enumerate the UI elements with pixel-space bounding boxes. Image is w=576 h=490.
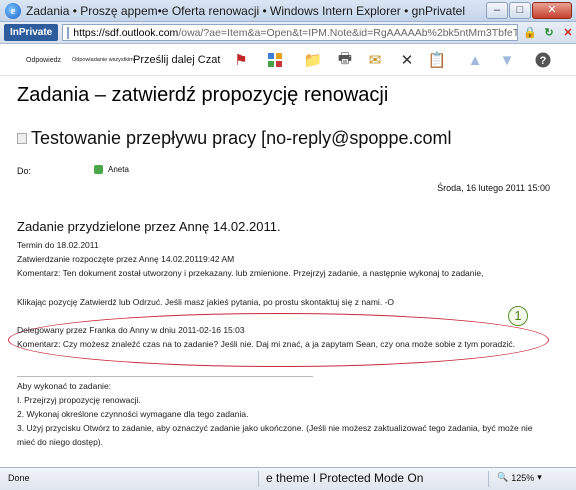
categories-button[interactable] [266,44,284,76]
address-bar: InPrivate https://sdf.outlook.com /owa/?… [0,22,576,44]
comment-text: Komentarz: Ten dokument został utworzony… [17,268,484,278]
previous-item-button[interactable]: ▲ [466,44,484,76]
mail-toolbar: Odpowiedz Odpowiadanie wszystkim Prześli… [0,44,576,76]
url-path: /owa/?ae=Item&a=Open&t=IPM.Note&id=RgAAA… [178,26,518,39]
window-titlebar: e Zadania • Proszę appem•e Oferta renowa… [0,0,576,22]
due-date: Termin do 18.02.2011 [17,240,99,250]
move-button[interactable]: 📁 [303,44,323,76]
protected-mode-text: e theme I Protected Mode On [266,471,424,485]
maximize-button[interactable]: □ [509,2,531,19]
delegation-comment: Komentarz: Czy możesz znaleźć czas na to… [17,339,515,349]
inprivate-badge: InPrivate [4,24,59,41]
contact-icon [94,165,103,174]
page-icon [67,26,70,39]
reply-label: Odpowiedz [26,56,62,64]
junk-button[interactable]: 📋 [427,44,447,76]
svg-text:?: ? [540,55,547,67]
callout-badge: 1 [508,306,528,326]
status-separator [488,471,489,487]
message-icon [17,133,27,144]
step-2: 2. Wykonaj określone czynności wymagane … [17,409,249,419]
zoom-icon: 🔍 [497,472,509,482]
reply-all-label: Odpowiadanie wszystkim [72,57,134,63]
forward-label: Prześlij dalej Czat [133,54,221,66]
delete-icon: ✕ [400,52,414,69]
message-subject: Testowanie przepływu pracy [no-reply@spo… [31,128,452,148]
step-3: 3. Użyj przycisku Otwórz to zadanie, aby… [17,423,533,433]
print-button[interactable]: 🖶 [336,44,354,76]
down-arrow-icon: ▼ [499,51,515,69]
reply-all-button[interactable]: Odpowiadanie wszystkim [72,44,134,76]
stop-icon[interactable]: ✕ [560,25,576,41]
window-title: Zadania • Proszę appem•e Oferta renowacj… [26,3,466,18]
delegation-text: Delegowany przez Franka do Anny w dniu 2… [17,325,245,335]
steps-header: Aby wykonać to zadanie: [17,381,112,391]
refresh-icon[interactable]: ↻ [541,25,557,41]
help-button[interactable]: ? [534,44,552,76]
approval-started: Zatwierdzanie rozpoczęte przez Annę 14.0… [17,254,235,264]
lock-icon[interactable]: 🔒 [522,25,538,41]
next-item-button[interactable]: ▼ [498,44,516,76]
to-label: Do: [17,166,32,176]
instruction-text: Klikając pozycję Zatwierdź lub Odrzuć. J… [17,297,394,307]
task-title: Zadanie przydzielone przez Annę 14.02.20… [17,219,281,234]
page-title: Zadania – zatwierdź propozycję renowacji [17,84,389,106]
forward-button[interactable]: Prześlij dalej Czat [133,44,220,76]
zoom-control[interactable]: 🔍 125% ▾ [497,472,542,483]
status-text: Done [8,473,30,483]
move-folder-icon: 📁 [303,52,323,69]
status-separator [258,471,259,487]
step-3-continued: mieć do niego dostęp). [17,437,103,447]
envelope-icon: ✉ [368,52,382,69]
ie-logo-icon: e [5,2,21,19]
subject-row: Testowanie przepływu pracy [no-reply@spo… [17,128,451,149]
print-icon: 🖶 [337,49,353,67]
reply-button[interactable]: Odpowiedz [26,44,61,76]
message-date: Środa, 16 lutego 2011 15:00 [437,183,550,193]
close-button[interactable]: ✕ [532,2,572,19]
zoom-level: 125% [511,472,535,483]
step-1: I. Przejrzyj propozycję renowacji. [17,395,141,405]
flag-icon: ⚑ [234,52,248,69]
url-host: https://sdf.outlook.com [73,26,179,39]
recipient-name: Aneta [108,165,129,174]
chevron-down-icon: ▾ [537,472,542,482]
junk-icon: 📋 [427,52,447,69]
categories-icon [266,51,284,69]
minimize-button[interactable]: – [486,2,508,19]
recipient[interactable]: Aneta [94,165,129,174]
url-input[interactable]: https://sdf.outlook.com /owa/?ae=Item&a=… [62,24,518,41]
window-controls: – □ ✕ [486,2,572,19]
status-bar: Done e theme I Protected Mode On 🔍 125% … [0,467,576,490]
open-button[interactable]: ✉ [366,44,384,76]
divider [17,376,313,377]
delete-button[interactable]: ✕ [398,44,416,76]
up-arrow-icon: ▲ [467,51,483,69]
help-icon: ? [534,51,552,69]
flag-button[interactable]: ⚑ [232,44,250,76]
